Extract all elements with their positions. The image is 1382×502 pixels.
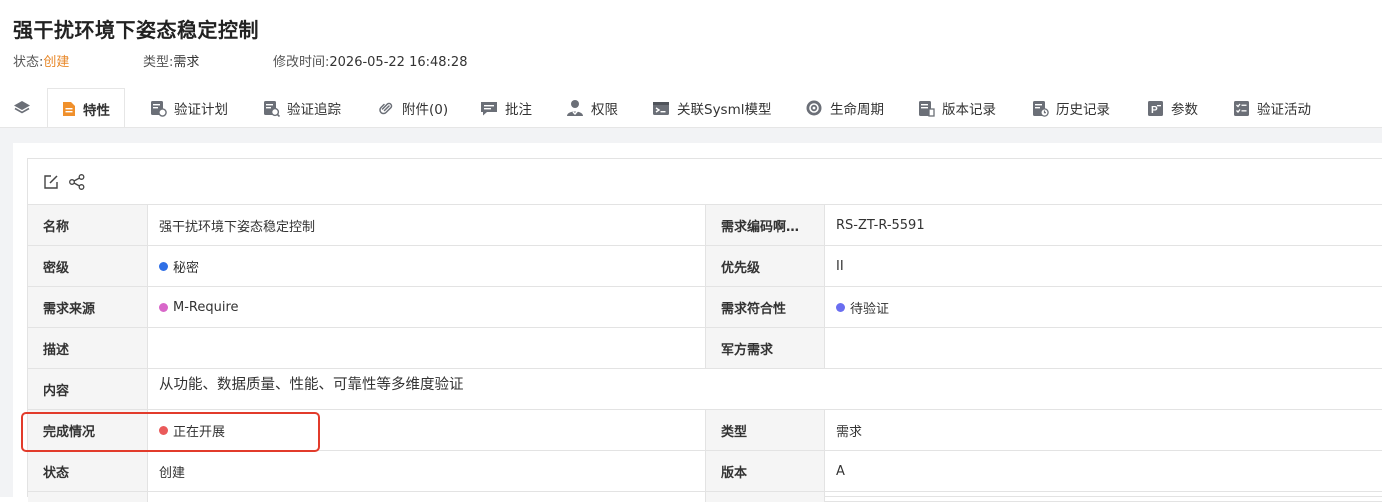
conform-label: 需求符合性 [706,287,825,327]
tab-features[interactable]: 特性 [47,88,125,129]
name-value[interactable]: 强干扰环境下姿态稳定控制 [148,205,706,245]
card-toolbar [27,158,1382,205]
label-cell [706,492,825,502]
priority-label: 优先级 [706,246,825,286]
value-cell [148,492,706,502]
conform-value[interactable]: 待验证 [825,287,1382,327]
tab-history[interactable]: 历史记录 [1032,88,1110,128]
user-lock-icon [567,100,583,116]
document-icon [63,102,75,116]
status-dot [836,302,845,312]
version-value[interactable]: A [825,451,1382,491]
content-value[interactable]: 从功能、数据质量、性能、可靠性等多维度验证 [148,369,1382,409]
priority-value[interactable]: II [825,246,1382,286]
tab-parameters[interactable]: P 参数 [1147,88,1198,128]
parameter-icon: P [1148,100,1163,116]
state-value[interactable]: 创建 [148,451,706,491]
trace-icon [264,100,280,117]
type-value[interactable]: 需求 [825,410,1382,450]
military-value[interactable] [825,328,1382,368]
status-value: 创建 [43,55,70,70]
modified-meta: 修改时间:2026-05-22 16:48:28 [273,55,468,70]
svg-text:P: P [1151,105,1158,116]
plan-icon [151,100,167,117]
desc-label: 描述 [28,328,148,368]
secret-label: 密级 [28,246,148,286]
share-icon[interactable] [68,173,86,191]
edit-icon[interactable] [42,173,60,191]
model-icon [653,101,669,115]
table-row: 名称 强干扰环境下姿态稳定控制 需求编码啊… RS-ZT-R-5591 [28,205,1382,246]
table-row: 内容 从功能、数据质量、性能、可靠性等多维度验证 [28,369,1382,410]
checklist-icon [1234,100,1249,116]
tab-verification-activities[interactable]: 验证活动 [1233,88,1311,128]
content-label: 内容 [28,369,148,409]
state-label: 状态 [28,451,148,491]
table-row: 需求来源 M-Require 需求符合性 待验证 [28,287,1382,328]
tab-version-records[interactable]: 版本记录 [918,88,996,128]
page-header: 强干扰环境下姿态稳定控制 状态:创建 类型:需求 修改时间:2026-05-22… [0,0,1382,86]
highlight-box [21,412,320,452]
desc-value[interactable] [148,328,706,368]
type-label: 类型 [706,410,825,450]
military-label: 军方需求 [706,328,825,368]
tab-verification-plan[interactable]: 验证计划 [150,88,228,128]
code-value[interactable]: RS-ZT-R-5591 [825,205,1382,245]
status-dot [159,302,168,312]
tab-permissions[interactable]: 权限 [566,88,618,128]
tab-lifecycle[interactable]: 生命周期 [805,88,884,128]
history-icon [1033,100,1049,117]
table-row [28,492,1382,502]
tab-verification-trace[interactable]: 验证追踪 [263,88,341,128]
status-meta: 状态:创建 [13,55,70,70]
label-cell [28,492,148,502]
status-dot [159,261,168,271]
tab-sysml-model[interactable]: 关联Sysml模型 [652,88,772,128]
secret-value[interactable]: 秘密 [148,246,706,286]
cycle-icon [806,100,822,116]
name-label: 名称 [28,205,148,245]
tab-comments[interactable]: 批注 [480,88,532,128]
comment-icon [481,101,497,115]
source-value[interactable]: M-Require [148,287,706,327]
type-meta: 类型:需求 [143,55,200,70]
tab-bar: 特性 验证计划 验证追踪 附件(0) 批注 权限 关联Sysml模型 生命周期 … [0,88,1382,129]
paperclip-icon [379,102,393,114]
tab-attachments[interactable]: 附件(0) [378,88,448,128]
table-row: 密级 秘密 优先级 II [28,246,1382,287]
table-row: 描述 军方需求 [28,328,1382,369]
table-row: 状态 创建 版本 A [28,451,1382,492]
page-title: 强干扰环境下姿态稳定控制 [13,18,259,42]
code-label: 需求编码啊… [706,205,825,245]
layers-icon[interactable] [12,88,32,128]
source-label: 需求来源 [28,287,148,327]
version-label: 版本 [706,451,825,491]
version-icon [919,100,935,117]
